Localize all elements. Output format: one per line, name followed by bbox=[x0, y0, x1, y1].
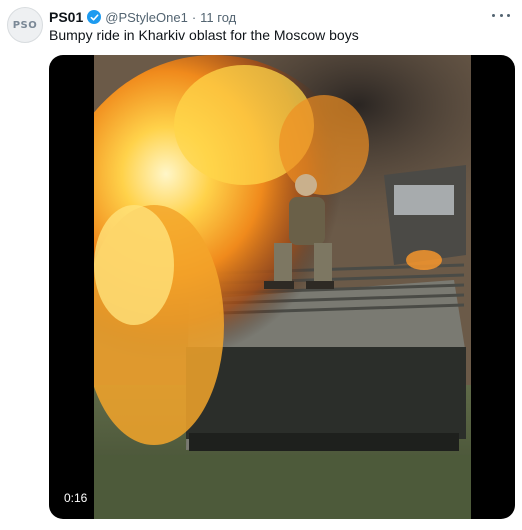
verified-badge-icon bbox=[87, 10, 102, 24]
tweet-text: Bumpy ride in Kharkiv oblast for the Mos… bbox=[49, 27, 359, 43]
avatar-logo-text: PSO bbox=[12, 19, 38, 31]
more-options-icon[interactable] bbox=[492, 10, 510, 20]
video-duration: 0:16 bbox=[59, 489, 93, 507]
user-handle[interactable]: @PStyleOne1 bbox=[105, 10, 188, 25]
video-player[interactable]: 0:16 bbox=[49, 55, 515, 519]
video-frame bbox=[94, 55, 471, 519]
avatar[interactable]: PSO bbox=[7, 7, 43, 43]
tweet-timestamp[interactable]: 11 год bbox=[200, 10, 236, 25]
separator-dot: · bbox=[191, 9, 197, 25]
tweet-header: PS01 @PStyleOne1 · 11 год bbox=[49, 8, 236, 26]
display-name[interactable]: PS01 bbox=[49, 9, 83, 25]
tweet-card[interactable]: PSO PS01 @PStyleOne1 · 11 год Bumpy ride… bbox=[0, 0, 522, 530]
